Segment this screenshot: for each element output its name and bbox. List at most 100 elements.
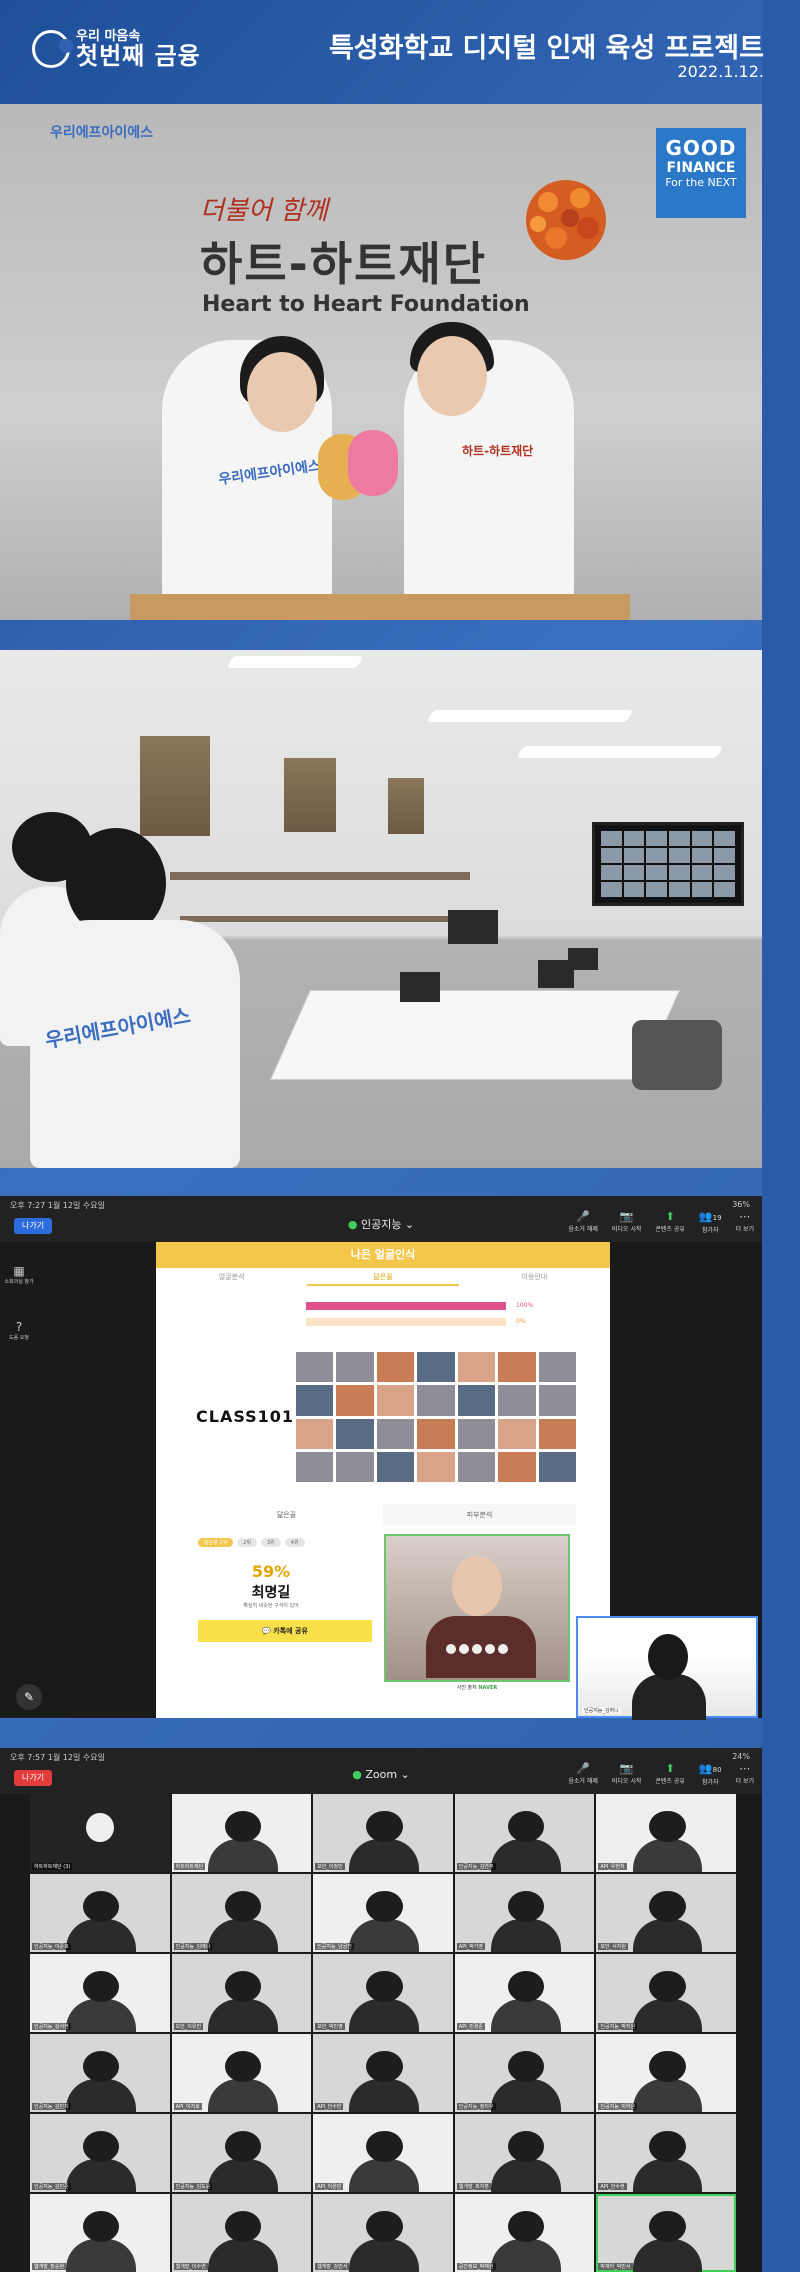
breakout-label: 소회의실 참가: [4, 1279, 34, 1285]
grid-icon: ▦: [13, 1264, 25, 1278]
participant-head: [83, 2211, 120, 2243]
participant-tile[interactable]: 인공지능_박지원: [596, 1954, 736, 2032]
participant-tile[interactable]: 인공지능_이준호: [30, 1874, 170, 1952]
participant-tile[interactable]: 인공지능_김민준: [30, 2114, 170, 2192]
participant-tile[interactable]: 웹개발_이수연: [171, 2194, 312, 2272]
participant-tile[interactable]: 보안_박민영: [313, 1954, 453, 2032]
participant-body: [632, 2239, 703, 2272]
participant-tile[interactable]: 보안_이정민: [313, 1794, 453, 1872]
participant-tile[interactable]: 인공지능_이하은: [596, 2034, 736, 2112]
participant-tile[interactable]: 보안_이유진: [171, 1954, 312, 2032]
zoom-screen-gallery: 오후 7:57 1월 12일 수요일 24% 나가기 ● Zoom ⌄ 🎤 음소거…: [0, 1748, 762, 2272]
chair: [632, 1020, 722, 1090]
mute-label: 음소거 해제: [568, 1778, 598, 1785]
app-title: 나은 얼굴인식: [156, 1242, 610, 1268]
more-button[interactable]: ⋯ 더 보기: [736, 1210, 754, 1234]
participant-tile[interactable]: API_한수현: [596, 2114, 736, 2192]
participant-tile[interactable]: 웹개발_장승현: [30, 2194, 170, 2272]
participant-name: API_박가영: [456, 1943, 486, 1950]
zoom-screen-ai: 오후 7:27 1월 12일 수요일 36% 나가기 ● 인공지능 ⌄ 🎤 음소거…: [0, 1196, 762, 1720]
participant-tile[interactable]: API_이은빈: [313, 2114, 453, 2192]
status-time: 오후 7:57 1월 12일 수요일: [10, 1753, 105, 1762]
share-button[interactable]: ⬆ 콘텐츠 공유: [655, 1762, 685, 1786]
participant-body: [66, 2159, 137, 2192]
participant-head: [224, 2211, 261, 2243]
more-button[interactable]: ⋯ 더 보기: [736, 1762, 754, 1786]
participant-head: [83, 1971, 120, 2003]
annotate-pencil-icon[interactable]: ✎: [16, 1684, 42, 1710]
video-gallery: 하트하트재단 (3) 하트하트재단 보안_이정민 인공지능_김연주 API_우현지인공지…: [30, 1794, 736, 2272]
badge-line2: FINANCE: [666, 160, 736, 176]
participant-body: [491, 2079, 561, 2112]
mute-button[interactable]: 🎤 음소거 해제: [568, 1762, 598, 1786]
rank-chip[interactable]: 2위: [237, 1538, 257, 1547]
kakao-share-button[interactable]: 💬 카톡에 공유: [198, 1620, 372, 1642]
pager-dots[interactable]: [446, 1644, 508, 1654]
participant-head: [83, 2051, 120, 2083]
help-button[interactable]: ? 도움 요청: [4, 1320, 34, 1341]
participant-tile[interactable]: 인공지능_남궁진: [313, 1874, 453, 1952]
participant-tile[interactable]: 인공지능_정지우: [454, 2034, 595, 2112]
participant-body: [66, 2239, 137, 2272]
participant-tile[interactable]: 보안_서지원: [596, 1874, 736, 1952]
breakout-room-button[interactable]: ▦ 소회의실 참가: [4, 1264, 34, 1285]
participant-name: 보안_이정민: [315, 1863, 345, 1870]
laptop: [448, 910, 498, 944]
rank-chip[interactable]: 4위: [284, 1538, 305, 1547]
participants-button[interactable]: 👥19 참가자: [699, 1210, 722, 1234]
result-tab-skin[interactable]: 피부분석: [383, 1504, 576, 1526]
participant-tile[interactable]: 하트하트재단 (3): [30, 1794, 170, 1872]
participant-tile[interactable]: API_민경준: [454, 1954, 595, 2032]
participant-tile[interactable]: 공간정보_박재원: [454, 2194, 595, 2272]
video-label: 비디오 시작: [611, 1778, 642, 1785]
participant-tile[interactable]: 웹개발_강민서: [313, 2194, 453, 2272]
participant-tile[interactable]: 웹개발_최지훈: [454, 2114, 595, 2192]
participant-tile[interactable]: 인공지능_김서현: [30, 1954, 170, 2032]
participant-tile[interactable]: API_이지호: [171, 2034, 312, 2112]
self-view-video[interactable]: 인공지능_김하니: [576, 1616, 758, 1720]
mute-button[interactable]: 🎤 음소거 해제: [568, 1210, 598, 1234]
participant-tile[interactable]: 박재아_박민서: [596, 2194, 736, 2272]
tab-face-analysis[interactable]: 얼굴분석: [156, 1268, 307, 1286]
participant-head: [366, 2131, 403, 2163]
share-button[interactable]: ⬆ 콘텐츠 공유: [655, 1210, 685, 1234]
participant-tile[interactable]: API_안수빈: [313, 2034, 453, 2112]
rank-chip[interactable]: 3위: [260, 1538, 281, 1547]
participant-tile[interactable]: API_우현지: [596, 1794, 736, 1872]
celeb-face: [452, 1556, 502, 1616]
participant-body: [349, 2159, 420, 2192]
tab-lookalike[interactable]: 닮은꼴: [307, 1268, 459, 1286]
participant-tile[interactable]: 인공지능_김민지: [30, 2034, 170, 2112]
corp-label: 우리에프아이에스: [50, 125, 154, 141]
participant-name: API_이지호: [173, 2103, 202, 2110]
participant-name: 웹개발_장승현: [32, 2263, 67, 2270]
ceiling-light: [426, 710, 634, 722]
participant-name: 인공지능_남궁진: [315, 1943, 354, 1950]
participant-tile[interactable]: 인공지능_김연주: [454, 1794, 595, 1872]
participant-tile[interactable]: API_박가영: [454, 1874, 595, 1952]
participant-tile[interactable]: 인공지능_김예나: [171, 1874, 312, 1952]
participant-body: [349, 2079, 420, 2112]
participant-name: 박재아_박민서: [598, 2263, 633, 2270]
tab-guide[interactable]: 이용안내: [459, 1268, 610, 1286]
result-tab-lookalike[interactable]: 닮은꼴: [190, 1504, 383, 1526]
video-button[interactable]: 📷 비디오 시작: [612, 1762, 642, 1786]
participant-head: [649, 1891, 686, 1923]
photo-source-link[interactable]: NAVER: [478, 1685, 497, 1691]
participant-name: 하트하트재단: [173, 1863, 206, 1870]
participant-tile[interactable]: 인공지능_김도윤: [171, 2114, 312, 2192]
tv-gallery: [601, 831, 735, 897]
participant-name: 보안_이유진: [173, 2023, 204, 2030]
rank-chips: 닮은꼴 1위 2위 3위 4위: [198, 1538, 305, 1547]
avatar: [85, 1812, 114, 1843]
participant-head: [224, 1891, 261, 1923]
class101-brand: CLASS101: [196, 1407, 295, 1426]
participant-tile[interactable]: 하트하트재단: [171, 1794, 312, 1872]
rank-chip[interactable]: 닮은꼴 1위: [198, 1538, 234, 1547]
participant-name: 인공지능_이하은: [598, 2103, 638, 2110]
more-icon: ⋯: [739, 1210, 751, 1223]
table: [130, 594, 630, 620]
participant-name: 인공지능_김서현: [32, 2023, 71, 2030]
participants-button[interactable]: 👥80 참가자: [699, 1762, 722, 1786]
video-button[interactable]: 📷 비디오 시작: [612, 1210, 642, 1234]
